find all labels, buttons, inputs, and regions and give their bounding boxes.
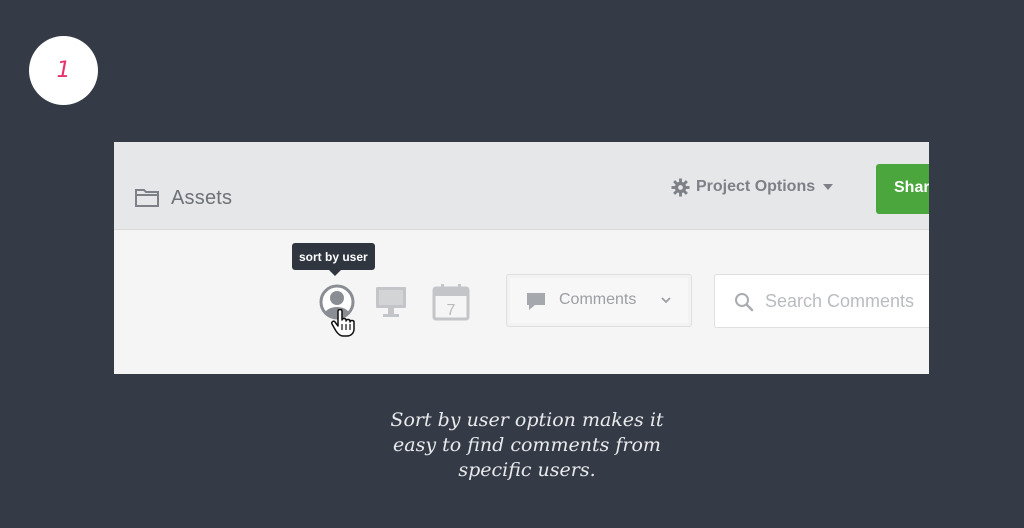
- desktop-icon[interactable]: [374, 285, 408, 319]
- caret-down-icon: [823, 184, 834, 190]
- project-options-button[interactable]: Project Options: [671, 176, 834, 198]
- comments-filter-dropdown[interactable]: Comments: [506, 274, 692, 327]
- top-bar: Assets Project Options Shar: [114, 142, 929, 230]
- section-title: Assets: [171, 187, 233, 209]
- chevron-down-icon: [661, 297, 671, 304]
- caption-line-1: Sort by user option makes it: [390, 409, 664, 431]
- gear-icon: [671, 177, 690, 197]
- step-badge: 1: [29, 36, 98, 105]
- search-comments-input[interactable]: [765, 289, 929, 313]
- app-screenshot-panel: Assets Project Options Shar sort by user…: [114, 142, 929, 374]
- caption: Sort by user option makes it easy to fin…: [362, 408, 692, 483]
- share-button[interactable]: Share: [876, 164, 929, 214]
- search-comments-box: [714, 274, 929, 328]
- caption-line-3: specific users.: [458, 459, 596, 481]
- comment-bubble-icon: [527, 293, 545, 310]
- search-icon: [735, 293, 754, 312]
- project-options-label: Project Options: [696, 178, 816, 195]
- step-number: 1: [56, 58, 71, 83]
- folder-icon: [135, 189, 159, 207]
- sort-by-user-tooltip: sort by user: [292, 243, 375, 276]
- pointer-cursor-icon: [331, 309, 355, 337]
- comments-filter-label: Comments: [559, 291, 637, 308]
- calendar-day: 7: [447, 302, 456, 319]
- caption-line-2: easy to find comments from: [393, 434, 661, 456]
- calendar-icon[interactable]: 7: [432, 283, 470, 321]
